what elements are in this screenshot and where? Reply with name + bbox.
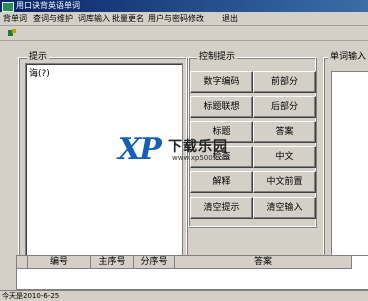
app-icon xyxy=(2,2,14,12)
watermark-name: 下载乐园 xyxy=(168,139,228,155)
table-header-answer[interactable]: 答案 xyxy=(175,256,352,269)
word-input-label: 单词输入 xyxy=(328,51,368,63)
word-input-list[interactable] xyxy=(331,71,368,258)
table-header-sub-index[interactable]: 分序号 xyxy=(134,256,175,269)
title-bar: 用口诀背英语单词 xyxy=(0,0,368,12)
button-back-part[interactable]: 后部分 xyxy=(253,96,316,118)
menu-item-import[interactable]: 词库输入 xyxy=(78,12,110,25)
control-group-label: 控制提示 xyxy=(197,51,238,63)
menu-item-exit[interactable]: 退出 xyxy=(222,12,238,25)
button-front-part[interactable]: 前部分 xyxy=(253,71,316,93)
menu-item-memorize[interactable]: 背单词 xyxy=(3,12,27,25)
menu-bar: 背单词 查词与维护 词库输入 批量更名 用户与密码修改 退出 xyxy=(0,12,368,26)
watermark-url: www.xp500.com xyxy=(172,154,230,162)
toolbar-button[interactable] xyxy=(5,27,19,40)
button-clear-hint[interactable]: 清空提示 xyxy=(190,197,253,219)
button-clear-input[interactable]: 清空输入 xyxy=(253,197,316,219)
table-header-blank xyxy=(17,256,28,269)
status-bar: 今天是2010-6-25 xyxy=(0,290,368,301)
menu-item-rename[interactable]: 批量更名 xyxy=(112,12,144,25)
hint-content: 诲(?) xyxy=(29,69,50,79)
watermark-logo: XP xyxy=(118,132,162,167)
answer-table[interactable]: 编号 主序号 分序号 答案 xyxy=(16,255,368,290)
menu-item-lookup[interactable]: 查词与维护 xyxy=(33,12,73,25)
watermark: XP 下载乐园 www.xp500.com xyxy=(118,132,268,178)
toolbar xyxy=(0,26,368,41)
window-title: 用口诀背英语单词 xyxy=(16,1,80,10)
button-title-assoc[interactable]: 标题联想 xyxy=(190,96,253,118)
button-number-code[interactable]: 数字编码 xyxy=(190,71,253,93)
hint-group-label: 提示 xyxy=(27,51,50,63)
menu-item-user-password[interactable]: 用户与密码修改 xyxy=(148,12,204,25)
arrow-icon xyxy=(12,29,16,33)
table-header-main-index[interactable]: 主序号 xyxy=(91,256,134,269)
table-header-number[interactable]: 编号 xyxy=(28,256,91,269)
